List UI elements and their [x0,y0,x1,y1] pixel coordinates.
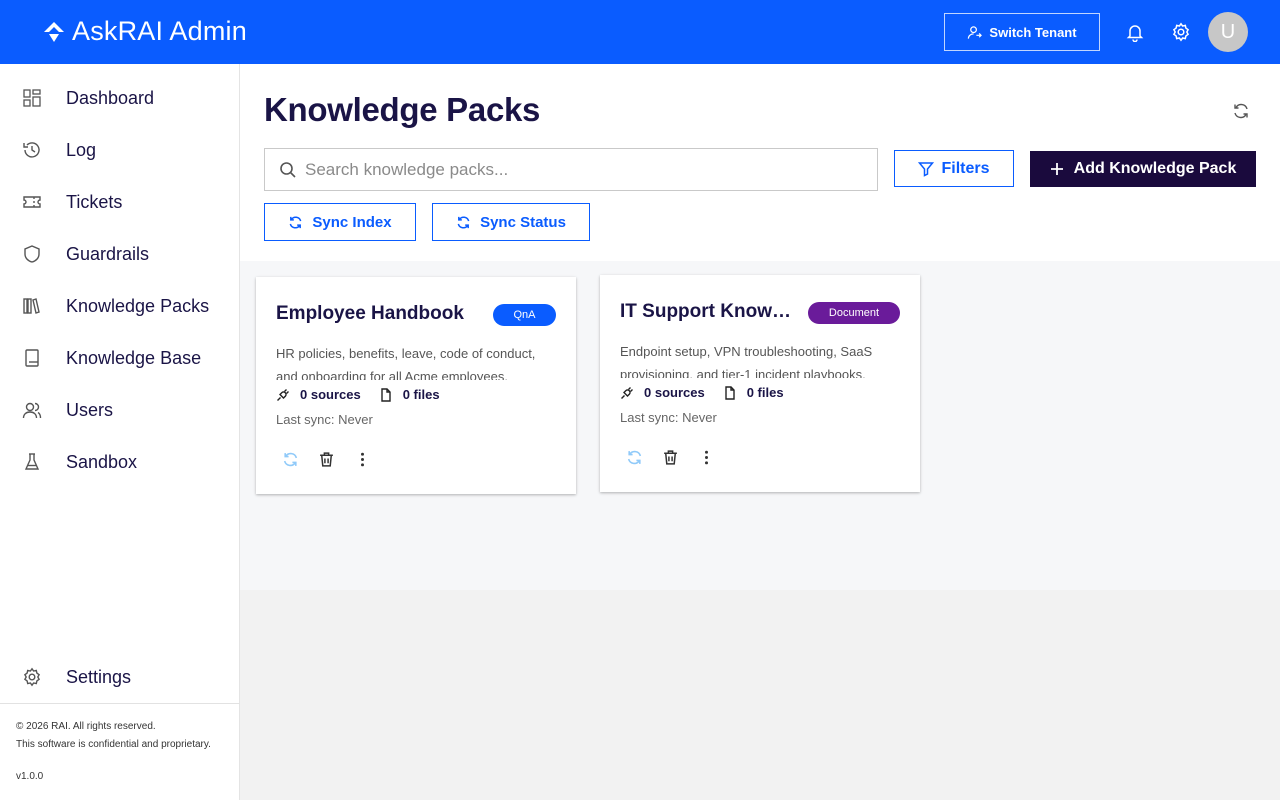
book-icon [22,348,42,368]
gear-icon [1172,22,1190,42]
plug-icon [621,386,633,399]
card-description: HR policies, benefits, leave, code of co… [276,346,536,380]
sources-count: 0 sources [644,385,705,400]
sidebar-item-label: Guardrails [66,243,150,264]
filter-icon [918,161,935,177]
sync-index-button[interactable]: Sync Index [264,203,416,241]
plus-icon [1050,163,1063,175]
settings-button[interactable] [1169,20,1193,44]
search-box [264,148,878,191]
sources-count: 0 sources [300,387,361,402]
history-icon [22,140,42,160]
footer-copyright: © 2026 RAI. All rights reserved. [16,721,156,732]
sidebar-item-log[interactable]: Log [0,130,240,170]
sidebar-item-label: Dashboard [66,87,155,108]
sync-icon [283,452,297,466]
avatar-initial: U [1220,20,1236,43]
search-icon [280,162,296,178]
sidebar-item-tickets[interactable]: Tickets [0,182,240,222]
user-switch-icon [968,25,983,39]
more-vert-icon [360,452,364,466]
gear-icon [22,667,42,687]
plug-icon [277,388,289,401]
sidebar-item-dashboard[interactable]: Dashboard [0,78,240,118]
flask-icon [22,452,42,472]
trash-icon [663,449,677,465]
shield-icon [22,244,42,264]
type-badge: QnA [493,304,556,326]
card-sync-button[interactable] [280,449,300,469]
top-app-bar: AskRAI Admin Switch Tenant U [0,0,1280,64]
footer-version: v1.0.0 [16,771,44,782]
sync-index-label: Sync Index [312,213,392,231]
sync-icon [290,216,302,228]
trash-icon [319,451,333,467]
sidebar-item-label: Log [66,139,97,160]
card-more-button[interactable] [352,449,372,469]
sidebar-item-label: Settings [66,666,132,687]
knowledge-pack-card[interactable]: IT Support Knowledge Document Endpoint s… [600,275,920,492]
card-stats: 0 sources 0 files [276,387,458,402]
switch-tenant-button[interactable]: Switch Tenant [944,13,1100,51]
sync-status-button[interactable]: Sync Status [432,203,590,241]
add-knowledge-pack-button[interactable]: Add Knowledge Pack [1030,151,1256,187]
sidebar-item-users[interactable]: Users [0,390,240,430]
last-sync: Last sync: Never [276,412,373,427]
sidebar-item-knowledge-packs[interactable]: Knowledge Packs [0,286,240,326]
card-title: Employee Handbook [276,303,464,324]
refresh-icon [1234,103,1248,119]
card-stats: 0 sources 0 files [620,385,802,400]
footer-notice: This software is confidential and propri… [16,739,211,750]
file-icon [725,385,735,400]
sidebar-item-label: Tickets [66,191,123,212]
page-title: Knowledge Packs [264,91,541,128]
card-description: Endpoint setup, VPN troubleshooting, Saa… [620,344,873,378]
dashboard-icon [22,88,42,108]
switch-tenant-label: Switch Tenant [989,24,1077,40]
logo-icon [44,21,64,42]
sidebar-item-label: Users [66,399,114,420]
sidebar-item-label: Sandbox [66,451,138,472]
sidebar: Dashboard Log Tickets Guardrails Knowled… [0,64,240,800]
files-count: 0 files [402,387,440,402]
sidebar-item-label: Knowledge Packs [66,295,210,316]
file-icon [381,387,391,402]
sidebar-item-settings[interactable]: Settings [0,657,240,697]
add-knowledge-pack-label: Add Knowledge Pack [1073,160,1237,177]
sidebar-item-label: Knowledge Base [66,347,202,368]
sidebar-item-sandbox[interactable]: Sandbox [0,442,240,482]
sync-icon [457,216,470,228]
sidebar-item-guardrails[interactable]: Guardrails [0,234,240,274]
sync-icon [627,450,641,464]
files-count: 0 files [746,385,784,400]
sync-status-label: Sync Status [480,213,566,231]
card-delete-button[interactable] [316,449,336,469]
sidebar-divider [0,703,240,704]
ticket-icon [22,192,42,212]
avatar[interactable]: U [1208,12,1248,52]
card-sync-button[interactable] [624,447,644,467]
search-input[interactable] [305,149,865,190]
card-delete-button[interactable] [660,447,680,467]
bell-icon [1126,25,1144,42]
type-badge: Document [808,302,900,324]
more-vert-icon [704,450,708,464]
filters-label: Filters [941,159,990,177]
card-title: IT Support Knowledge [620,301,795,322]
app-title: AskRAI Admin [72,16,247,46]
brand[interactable]: AskRAI Admin [42,16,247,47]
refresh-button[interactable] [1230,100,1252,122]
card-more-button[interactable] [696,447,716,467]
books-icon [22,296,42,316]
knowledge-pack-card[interactable]: Employee Handbook QnA HR policies, benef… [256,277,576,494]
filters-button[interactable]: Filters [894,150,1014,187]
last-sync: Last sync: Never [620,410,717,425]
notifications-button[interactable] [1123,20,1147,44]
sidebar-item-knowledge-base[interactable]: Knowledge Base [0,338,240,378]
users-icon [22,400,42,420]
